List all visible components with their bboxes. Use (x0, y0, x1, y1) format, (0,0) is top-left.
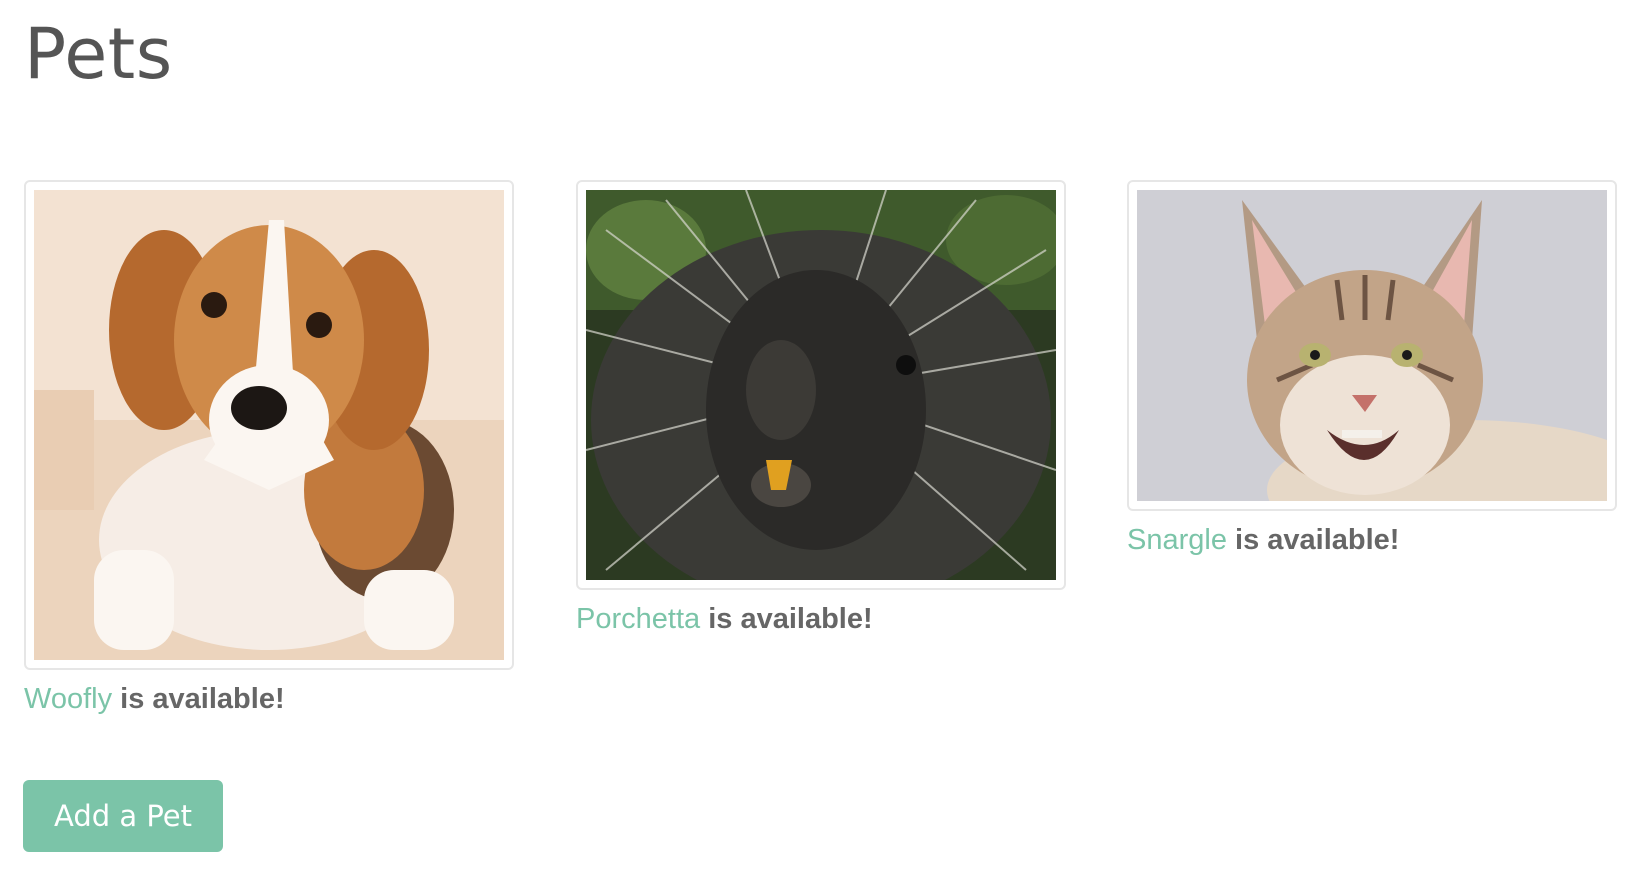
pet-thumbnail[interactable] (24, 180, 514, 670)
pet-name-link[interactable]: Snargle (1127, 524, 1227, 556)
pet-status: is available! (708, 603, 873, 635)
beagle-photo (34, 190, 504, 660)
pet-card: Porchetta is available! (576, 180, 1066, 636)
pet-status: is available! (1235, 524, 1400, 556)
pet-card: Snargle is available! (1127, 180, 1617, 557)
page-title: Pets (24, 13, 173, 95)
porcupine-photo (586, 190, 1056, 580)
pet-card: Woofly is available! (24, 180, 514, 716)
pet-caption: Snargle is available! (1127, 523, 1617, 557)
add-pet-button[interactable]: Add a Pet (23, 780, 223, 852)
pet-caption: Woofly is available! (24, 682, 514, 716)
pets-page: Pets Woofly is available! Porchetta is a… (0, 0, 1637, 870)
pet-thumbnail[interactable] (576, 180, 1066, 590)
pet-status: is available! (120, 683, 285, 715)
pet-name-link[interactable]: Porchetta (576, 603, 700, 635)
maine-coon-cat-photo (1137, 190, 1607, 501)
pet-thumbnail[interactable] (1127, 180, 1617, 511)
pet-caption: Porchetta is available! (576, 602, 1066, 636)
pet-name-link[interactable]: Woofly (24, 683, 112, 715)
